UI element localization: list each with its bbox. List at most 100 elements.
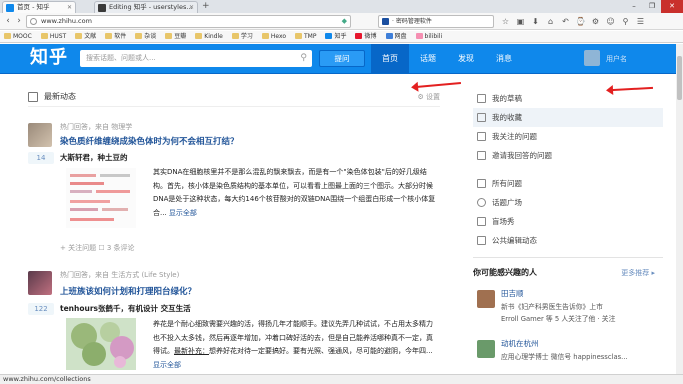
close-tab-icon[interactable]: ✕ (189, 2, 194, 13)
browser-search-bar[interactable]: · 密码管理软件 (378, 15, 494, 28)
search-icon[interactable]: ⚲ (620, 16, 631, 27)
person-name[interactable]: 田吉顺 (501, 288, 524, 299)
update-link[interactable]: 最新补充： (174, 347, 209, 355)
history-icon[interactable]: ⌚ (575, 16, 586, 27)
bookmark-item[interactable]: Kindle (195, 31, 223, 42)
topic-icon (477, 198, 486, 207)
sidebar-item-public-edits[interactable]: 公共编辑动态 (473, 231, 663, 250)
sidebar-item-all-questions[interactable]: 所有问题 (473, 174, 663, 193)
sidebar-item-drafts[interactable]: 我的草稿 (473, 89, 663, 108)
bookmark-item[interactable]: 微博 (355, 31, 377, 42)
sidebar-item-topic-square[interactable]: 话题广场 (473, 193, 663, 212)
cloud-drive-icon (385, 33, 393, 39)
sidebar-item-invitations[interactable]: 邀请我回答的问题 (473, 146, 663, 165)
tab-label: 首页 - 知乎 (17, 3, 50, 11)
question-title[interactable]: 染色质纤维缠绕成染色体时为何不会相互打结？ (60, 135, 239, 147)
answer-excerpt[interactable]: 其实DNA在细胞核里并不是那么混乱的飘来飘去，而是有一个"染色体包装"后的好几级… (153, 166, 438, 230)
answer-thumbnail-image[interactable] (66, 318, 136, 370)
ask-question-button[interactable]: 提问 (319, 50, 365, 67)
bookmark-item[interactable]: 学习 (231, 31, 253, 42)
bookmark-item[interactable]: bilibili (415, 31, 442, 42)
minimize-button[interactable]: – (625, 0, 643, 13)
bookmark-item[interactable]: TMP (295, 31, 316, 42)
bookmark-label: HUST (49, 33, 67, 40)
avatar[interactable] (477, 290, 495, 308)
folder-icon (105, 33, 113, 39)
bookmark-item[interactable]: Hexo (261, 31, 286, 42)
smiley-icon[interactable]: ☺ (605, 16, 616, 27)
url-bar[interactable]: www.zhihu.com ◆ (26, 15, 351, 28)
answer-thumbnail-image[interactable] (66, 168, 136, 228)
person-followers[interactable]: Erroll Gamer 等 5 人关注了他 · 关注 (501, 313, 615, 323)
new-tab-button[interactable]: + (202, 0, 210, 12)
nav-home[interactable]: 首页 (371, 44, 409, 74)
avatar[interactable] (477, 340, 495, 358)
person-name[interactable]: 动机在杭州 (501, 338, 539, 349)
sidebar-item-label: 我的收藏 (492, 113, 522, 122)
close-window-button[interactable]: ✕ (661, 0, 683, 13)
feed-icon (28, 92, 38, 102)
search-icon[interactable]: ⚲ (300, 50, 307, 67)
answer-excerpt[interactable]: 养花是个耐心细致需要兴趣的活，得扬几年才能顺手。建议先弄几种试试，不占用太多精力… (153, 318, 438, 372)
topic-avatar[interactable] (28, 123, 52, 147)
zhihu-logo[interactable]: 知乎 (30, 47, 68, 69)
home-icon[interactable]: ⌂ (545, 16, 556, 27)
gear-icon[interactable]: ⚙ (590, 16, 601, 27)
sidebar-item-followed-questions[interactable]: 我关注的问题 (473, 127, 663, 146)
nav-topics[interactable]: 话题 (409, 44, 447, 74)
bookmark-item[interactable]: 网盘 (385, 31, 407, 42)
tab-userstyles[interactable]: Editing 知乎 - userstyles... ✕ (94, 1, 198, 13)
question-title[interactable]: 上班族该如何计划和打理阳台绿化？ (60, 285, 196, 297)
feed-item-actions[interactable]: + 关注问题 ☐ 3 条评论 (60, 243, 135, 253)
folder-icon (75, 33, 83, 39)
nav-messages[interactable]: 消息 (485, 44, 523, 74)
bookmark-item[interactable]: 杂谈 (135, 31, 156, 42)
feed-item-meta[interactable]: 热门回答，来自 物理学 (60, 122, 132, 132)
close-tab-icon[interactable]: ✕ (67, 2, 72, 13)
tab-zhihu-home[interactable]: 首页 - 知乎 ✕ (2, 1, 76, 13)
vote-count[interactable]: 122 (28, 303, 54, 315)
shield-icon[interactable]: ◆ (342, 17, 347, 25)
sidebar-item-collections[interactable]: 我的收藏 (473, 108, 663, 127)
undo-icon[interactable]: ↶ (560, 16, 571, 27)
bookmark-label: 学习 (240, 33, 253, 40)
bookmark-star-icon[interactable]: ☆ (500, 16, 511, 27)
feed-settings-link[interactable]: ⚙ 设置 (417, 89, 440, 105)
folder-icon (165, 33, 173, 39)
bookmark-item[interactable]: 知乎 (325, 31, 346, 42)
bookmark-item[interactable]: HUST (40, 31, 67, 42)
page-scrollbar-thumb[interactable] (677, 56, 682, 100)
person-bio: 应用心理学博士 微信号 happinessclas... (501, 353, 628, 361)
maximize-button[interactable]: ❐ (643, 0, 661, 13)
answer-author[interactable]: 大斯轩君，种土豆的 (60, 152, 128, 163)
bookmark-item[interactable]: 豆瓣 (165, 31, 186, 42)
nav-explore[interactable]: 发现 (447, 44, 485, 74)
sidebar-divider (473, 257, 663, 258)
sidebar-item-label: 邀请我回答的问题 (492, 151, 552, 160)
bookmark-label: 知乎 (334, 33, 347, 40)
feed-item-meta[interactable]: 热门回答，来自 生活方式 (Life Style) (60, 270, 179, 280)
sidebar-item-label: 公共编辑动态 (492, 236, 537, 245)
user-avatar[interactable] (584, 50, 600, 66)
more-recommendations-link[interactable]: 更多推荐 ▸ (621, 266, 655, 280)
bookmark-label: 文献 (84, 33, 97, 40)
menu-icon[interactable]: ☰ (635, 16, 646, 27)
sidebar-item-label: 盲场秀 (492, 217, 515, 226)
topic-avatar[interactable] (28, 271, 52, 295)
search-input[interactable]: 搜索话题、问题或人... ⚲ (80, 50, 312, 67)
browser-toolbar-icons: ☆ ▣ ⬇ ⌂ ↶ ⌚ ⚙ ☺ ⚲ ☰ (500, 16, 646, 27)
folder-icon (40, 33, 48, 39)
download-icon[interactable]: ⬇ (530, 16, 541, 27)
bookmark-item[interactable]: MOOC (4, 31, 32, 42)
answer-author[interactable]: tenhours张鹤千，有机设计 交互生活 (60, 303, 191, 314)
user-name[interactable]: 用户名 (606, 44, 627, 74)
reader-icon[interactable]: ▣ (515, 16, 526, 27)
show-all-link[interactable]: 显示全部 (153, 361, 181, 369)
show-all-link[interactable]: 显示全部 (169, 209, 197, 217)
vote-count[interactable]: 14 (28, 152, 54, 164)
bookmark-item[interactable]: 文献 (75, 31, 96, 42)
forward-button[interactable]: › (13, 15, 25, 27)
bookmark-item[interactable]: 软件 (105, 31, 126, 42)
sidebar-item-roundtable[interactable]: 盲场秀 (473, 212, 663, 231)
